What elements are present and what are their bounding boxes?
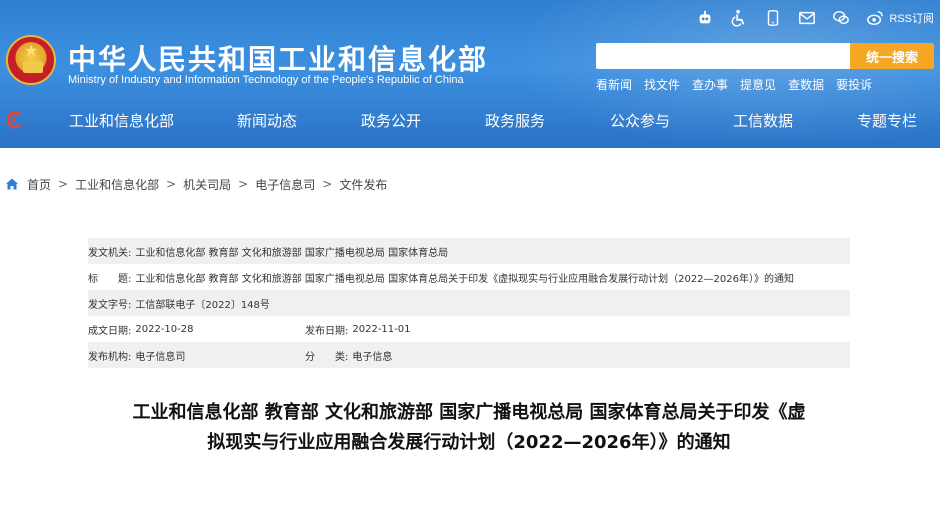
search-input[interactable] — [596, 43, 850, 69]
unified-search-button[interactable]: 统一搜索 — [850, 43, 934, 69]
nav-item-public-participation[interactable]: 公众参与 — [610, 110, 670, 131]
docno-value: 工信部联电子〔2022〕148号 — [135, 299, 270, 311]
breadcrumb-file-release[interactable]: 文件发布 — [339, 176, 387, 193]
breadcrumb-separator: > — [58, 177, 69, 191]
site-title-en: Ministry of Industry and Information Tec… — [68, 74, 464, 86]
info-row-dates: 成文日期: 2022-10-28 发布日期: 2022-11-01 — [88, 316, 850, 342]
article-title-line-1: 工业和信息化部 教育部 文化和旅游部 国家广播电视总局 国家体育总局关于印发《虚 — [132, 402, 806, 423]
breadcrumb-miit[interactable]: 工业和信息化部 — [75, 176, 159, 193]
search-bar: 统一搜索 — [596, 43, 934, 69]
created-date-value: 2022-10-28 — [135, 323, 194, 335]
title-value: 工业和信息化部 教育部 文化和旅游部 国家广播电视总局 国家体育总局关于印发《虚… — [135, 273, 794, 285]
nav-logo-icon[interactable] — [4, 110, 24, 130]
quick-link-services[interactable]: 查办事 — [692, 76, 728, 93]
published-date-label: 发布日期: — [305, 325, 349, 337]
weibo-icon[interactable] — [865, 8, 885, 28]
article-title: 工业和信息化部 教育部 文化和旅游部 国家广播电视总局 国家体育总局关于印发《虚… — [88, 398, 850, 458]
document-info-table: 发文机关: 工业和信息化部 教育部 文化和旅游部 国家广播电视总局 国家体育总局… — [88, 238, 850, 368]
breadcrumb-separator: > — [238, 177, 249, 191]
nav-item-data[interactable]: 工信数据 — [733, 110, 793, 131]
wechat-icon[interactable] — [831, 8, 851, 28]
nav-item-miit[interactable]: 工业和信息化部 — [69, 110, 174, 131]
breadcrumb-departments[interactable]: 机关司局 — [183, 176, 231, 193]
breadcrumb: 首页 > 工业和信息化部 > 机关司局 > 电子信息司 > 文件发布 — [5, 176, 387, 192]
top-utility-icons: RSS订阅 — [695, 8, 934, 28]
nav-item-services[interactable]: 政务服务 — [485, 110, 545, 131]
office-value: 电子信息司 — [135, 351, 186, 363]
robot-icon[interactable] — [695, 8, 715, 28]
site-header: ★ 中华人民共和国工业和信息化部 Ministry of Industry an… — [0, 0, 940, 148]
quick-links: 看新闻 找文件 查办事 提意见 查数据 要投诉 — [596, 76, 872, 93]
quick-link-data[interactable]: 查数据 — [788, 76, 824, 93]
published-date-value: 2022-11-01 — [352, 323, 411, 335]
quick-link-feedback[interactable]: 提意见 — [740, 76, 776, 93]
breadcrumb-electronics-dept[interactable]: 电子信息司 — [255, 176, 315, 193]
quick-link-complaint[interactable]: 要投诉 — [836, 76, 872, 93]
info-row-office: 发布机构: 电子信息司 分 类: 电子信息 — [88, 342, 850, 368]
docno-label: 发文字号: — [88, 299, 132, 311]
breadcrumb-separator: > — [322, 177, 333, 191]
issuer-label: 发文机关: — [88, 247, 132, 259]
info-row-issuer: 发文机关: 工业和信息化部 教育部 文化和旅游部 国家广播电视总局 国家体育总局 — [88, 238, 850, 264]
category-value: 电子信息 — [352, 351, 393, 363]
title-label: 标 题: — [88, 273, 132, 285]
nav-item-news[interactable]: 新闻动态 — [237, 110, 297, 131]
breadcrumb-home[interactable]: 首页 — [27, 176, 51, 193]
mail-icon[interactable] — [797, 8, 817, 28]
national-emblem-icon[interactable]: ★ — [6, 35, 56, 85]
article-title-line-2: 拟现实与行业应用融合发展行动计划（2022—2026年）》的通知 — [207, 432, 731, 453]
main-nav: 工业和信息化部 新闻动态 政务公开 政务服务 公众参与 工信数据 专题专栏 — [0, 98, 940, 144]
nav-item-topics[interactable]: 专题专栏 — [857, 110, 917, 131]
mobile-icon[interactable] — [763, 8, 783, 28]
category-label: 分 类: — [305, 351, 349, 363]
site-title-cn[interactable]: 中华人民共和国工业和信息化部 — [68, 38, 488, 78]
info-row-title: 标 题: 工业和信息化部 教育部 文化和旅游部 国家广播电视总局 国家体育总局关… — [88, 264, 850, 290]
quick-link-news[interactable]: 看新闻 — [596, 76, 632, 93]
quick-link-documents[interactable]: 找文件 — [644, 76, 680, 93]
accessibility-icon[interactable] — [729, 8, 749, 28]
home-icon[interactable] — [5, 177, 19, 191]
breadcrumb-separator: > — [166, 177, 177, 191]
office-label: 发布机构: — [88, 351, 132, 363]
created-date-label: 成文日期: — [88, 325, 132, 337]
info-row-docno: 发文字号: 工信部联电子〔2022〕148号 — [88, 290, 850, 316]
nav-item-government-affairs[interactable]: 政务公开 — [361, 110, 421, 131]
issuer-value: 工业和信息化部 教育部 文化和旅游部 国家广播电视总局 国家体育总局 — [135, 247, 449, 259]
rss-link[interactable]: RSS订阅 — [889, 10, 934, 26]
